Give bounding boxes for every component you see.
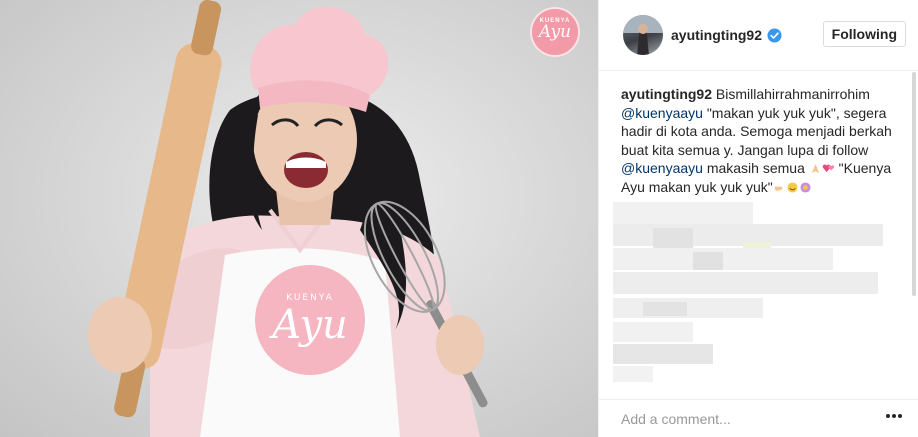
photo-illustration: KUENYA Ayu (88, 0, 488, 437)
post-side-panel: ayutingting92 Following ayutingting92 Bi… (598, 0, 918, 437)
scrollbar[interactable] (912, 72, 916, 296)
more-options-icon[interactable] (886, 414, 902, 418)
post-photo[interactable]: KUENYA Ayu KUENYA Ayu (0, 0, 598, 437)
caption-mention-1[interactable]: @kuenyaayu (621, 105, 703, 121)
caption-mention-2[interactable]: @kuenyaayu (621, 160, 703, 176)
verified-badge-icon (767, 27, 782, 43)
censored-comments (613, 196, 903, 386)
smiling-face-icon (787, 181, 798, 193)
caption-text-3: makasih semua (702, 160, 809, 176)
pointing-hand-icon (774, 186, 783, 191)
comment-input[interactable] (599, 410, 881, 427)
photo-brand-logo: KUENYA Ayu (530, 7, 580, 57)
praying-hands-icon (811, 163, 819, 174)
avatar[interactable] (623, 15, 663, 55)
cake-icon (800, 181, 811, 193)
caption-text-1: Bismillahirrahmanirrohim (712, 86, 870, 102)
apron-logo-main: Ayu (268, 302, 348, 348)
comment-bar (599, 399, 918, 437)
post-caption: ayutingting92 Bismillahirrahmanirrohim @… (599, 71, 918, 196)
photo-logo-main: Ayu (538, 22, 572, 42)
hearts-icon (822, 164, 834, 173)
following-button[interactable]: Following (822, 21, 906, 47)
header-username[interactable]: ayutingting92 (671, 27, 762, 43)
caption-username[interactable]: ayutingting92 (621, 86, 712, 102)
post-header: ayutingting92 Following (599, 0, 918, 71)
